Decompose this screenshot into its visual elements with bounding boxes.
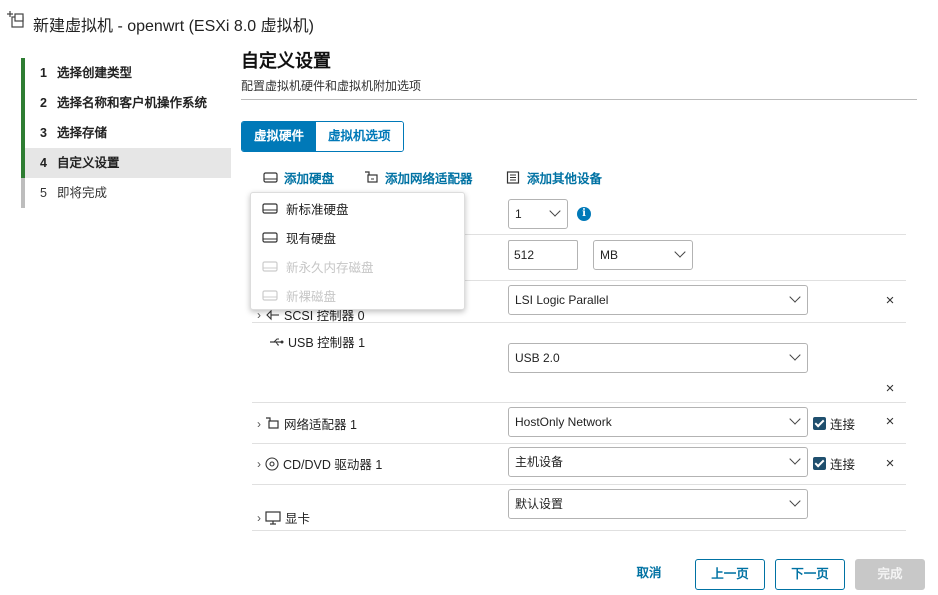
tab-vm-options[interactable]: 虚拟机选项 [316,122,403,151]
nic-connect-checkbox[interactable]: 连接 [813,414,855,433]
remove-scsi-close-icon[interactable]: × [884,293,896,308]
step-4[interactable]: 4 自定义设置 [21,148,231,178]
device-list-icon [506,170,520,184]
chevron-down-icon [789,453,801,465]
scsi-controller-type-select[interactable]: LSI Logic Parallel [508,285,808,315]
raw-disk-icon [262,290,278,301]
scsi-icon [266,309,279,320]
chevron-down-icon [549,205,561,217]
row-divider [252,484,906,485]
page-subtitle: 配置虚拟机硬件和虚拟机附加选项 [241,79,422,93]
usb-controller-row: USB 控制器 1 [269,332,365,351]
hard-disk-icon [262,232,278,243]
remove-cdrom-close-icon[interactable]: × [884,456,896,471]
menu-item-new-pmem-disk: 新永久内存磁盘 [262,257,374,275]
menu-item-existing-disk[interactable]: 现有硬盘 [262,228,336,246]
chevron-down-icon [674,246,686,258]
chevron-right-icon: › [257,416,261,431]
usb-icon [270,338,284,345]
info-icon[interactable]: i [577,207,591,221]
cdrom-source-select[interactable]: 主机设备 [508,447,808,477]
step-label: 自定义设置 [57,156,120,170]
finish-button: 完成 [855,559,925,590]
step-5: 5 即将完成 [21,178,231,208]
remove-usb-close-icon[interactable]: × [884,381,896,396]
network-adapter-row[interactable]: › 网络适配器 1 [257,414,357,433]
step-label: 选择创建类型 [57,66,133,80]
chevron-down-icon [789,349,801,361]
new-vm-icon [7,11,24,28]
cd-dvd-icon [265,456,279,471]
remove-nic-close-icon[interactable]: × [884,414,896,429]
pmem-disk-icon [262,261,278,272]
step-label: 选择存储 [57,126,108,140]
step-label: 选择名称和客户机操作系统 [57,96,208,110]
row-divider [252,402,906,403]
window-titlebar: 新建虚拟机 - openwrt (ESXi 8.0 虚拟机) [0,0,938,44]
tab-virtual-hardware[interactable]: 虚拟硬件 [242,122,317,151]
cpu-count-select[interactable]: 1 [508,199,568,229]
page-title: 自定义设置 [241,51,331,71]
step-2[interactable]: 2 选择名称和客户机操作系统 [21,88,231,118]
chevron-right-icon: › [257,510,261,525]
step-3[interactable]: 3 选择存储 [21,118,231,148]
settings-tabs: 虚拟硬件 虚拟机选项 [241,121,404,152]
memory-unit-select[interactable]: MB [593,240,693,270]
video-settings-select[interactable]: 默认设置 [508,489,808,519]
cdrom-connect-checkbox[interactable]: 连接 [813,454,855,473]
checkbox-checked-icon [813,417,826,430]
step-label: 即将完成 [57,186,108,200]
menu-item-new-raw-disk: 新裸磁盘 [262,286,336,304]
video-card-row[interactable]: › 显卡 [257,508,310,527]
cancel-button[interactable]: 取消 [620,559,678,590]
memory-size-input[interactable]: 512 [508,240,578,270]
back-button[interactable]: 上一页 [695,559,765,590]
add-other-device-button[interactable]: 添加其他设备 [506,168,602,186]
usb-controller-type-select[interactable]: USB 2.0 [508,343,808,373]
chevron-down-icon [789,413,801,425]
wizard-steps: 1 选择创建类型 2 选择名称和客户机操作系统 3 选择存储 4 自定义设置 5 即将完成 [21,58,231,208]
chevron-down-icon [789,495,801,507]
add-disk-menu: 新标准硬盘 现有硬盘 新永久内存磁盘 新裸磁盘 [250,192,465,310]
add-network-adapter-button[interactable]: 添加网络适配器 [364,168,473,186]
next-button[interactable]: 下一页 [775,559,845,590]
network-adapter-icon [266,417,279,429]
chevron-down-icon [789,291,801,303]
hard-disk-icon [262,203,278,214]
hard-disk-icon [263,172,278,183]
step-1[interactable]: 1 选择创建类型 [21,58,231,88]
row-divider [252,530,906,531]
add-disk-button[interactable]: 添加硬盘 [263,168,334,186]
cdrom-row[interactable]: › CD/DVD 驱动器 1 [257,454,382,473]
network-select[interactable]: HostOnly Network [508,407,808,437]
monitor-icon [265,510,281,525]
chevron-right-icon: › [257,456,261,471]
menu-item-new-standard-disk[interactable]: 新标准硬盘 [262,199,349,217]
header-divider [241,99,917,100]
network-adapter-icon [365,170,378,183]
window-title: 新建虚拟机 - openwrt (ESXi 8.0 虚拟机) [33,18,314,35]
row-divider [252,443,906,444]
checkbox-checked-icon [813,457,826,470]
